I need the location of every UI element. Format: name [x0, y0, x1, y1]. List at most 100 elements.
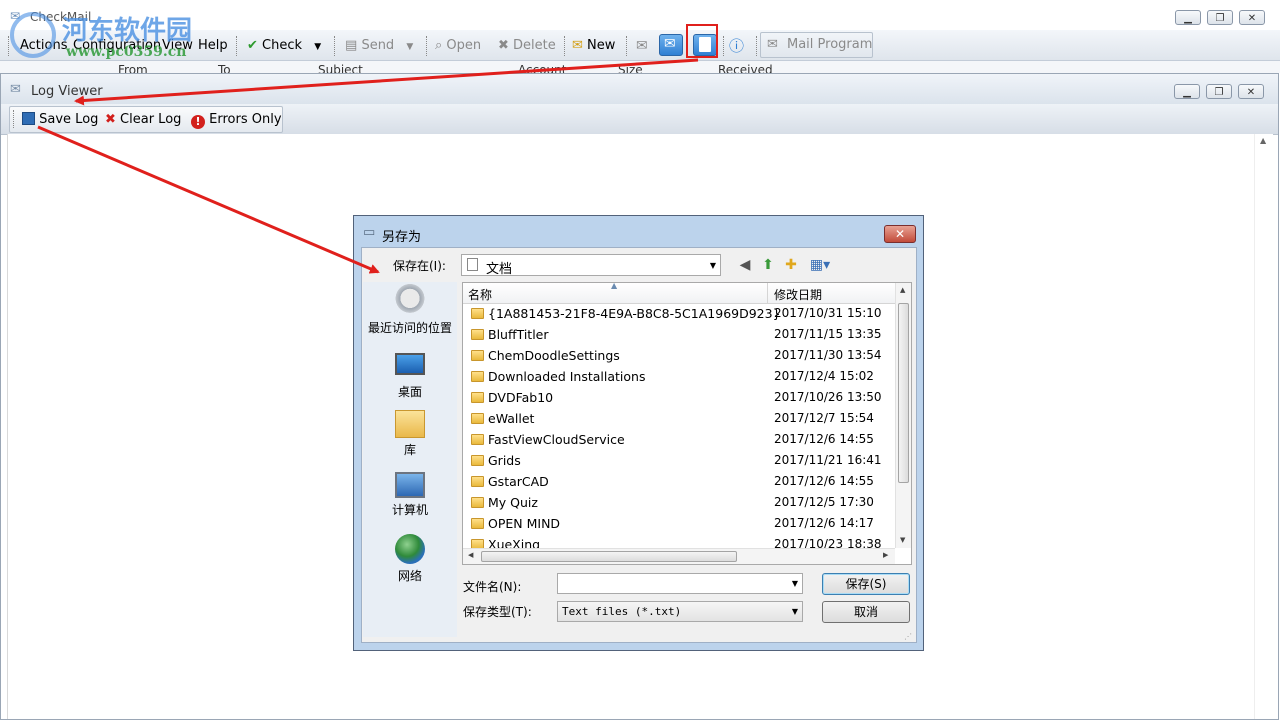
file-row[interactable]: BluffTitler 2017/11/15 13:35: [463, 325, 895, 346]
log-maximize-button[interactable]: ❐: [1206, 84, 1232, 99]
dialog-title: 另存为: [382, 230, 422, 245]
column-name[interactable]: 名称: [468, 286, 492, 303]
chevron-down-icon[interactable]: ▼: [792, 579, 798, 588]
save-in-dropdown[interactable]: 文档 ▼: [461, 254, 721, 277]
vscroll-thumb[interactable]: [898, 303, 909, 483]
toolbar-separator: [626, 36, 629, 56]
file-date: 2017/12/6 14:55: [774, 432, 874, 446]
file-list[interactable]: 名称 ▲ 修改日期 {1A881453-21F8-4E9A-B8C8-5C1A1…: [462, 282, 912, 565]
delete-button[interactable]: ✖ Delete: [498, 36, 556, 56]
check-label: Check: [262, 38, 303, 53]
column-subject[interactable]: Subject: [318, 63, 363, 73]
file-row[interactable]: FastViewCloudService 2017/12/6 14:55: [463, 430, 895, 451]
place-computer[interactable]: 计算机: [363, 472, 457, 518]
file-row[interactable]: {1A881453-21F8-4E9A-B8C8-5C1A1969D923} 20…: [463, 304, 895, 325]
clear-log-button[interactable]: ✖ Clear Log: [105, 111, 181, 129]
file-row[interactable]: Grids 2017/11/21 16:41: [463, 451, 895, 472]
log-viewer-title-bar: ✉ Log Viewer ▁ ❐ ✕: [1, 74, 1278, 104]
clear-log-label: Clear Log: [120, 112, 182, 127]
send-icon: ▤: [345, 38, 358, 53]
send-dropdown-icon[interactable]: ▼: [406, 42, 413, 52]
file-row[interactable]: GstarCAD 2017/12/6 14:55: [463, 472, 895, 493]
new-folder-icon[interactable]: ✚: [782, 256, 800, 274]
open-label: Open: [446, 38, 482, 53]
check-button[interactable]: ✔ Check ▼: [247, 36, 321, 56]
open-button[interactable]: ⌕ Open: [435, 36, 481, 56]
file-list-hscrollbar[interactable]: ◀ ▶: [463, 548, 895, 564]
new-mail-icon: ✉: [572, 38, 583, 53]
log-scrollbar[interactable]: ▲: [1254, 134, 1273, 719]
document-icon: [467, 258, 478, 271]
errors-only-button[interactable]: ! Errors Only: [191, 111, 282, 129]
new-button[interactable]: ✉ New: [572, 36, 615, 56]
column-modified-date[interactable]: 修改日期: [774, 286, 822, 303]
scroll-left-icon[interactable]: ◀: [468, 551, 473, 559]
place-recent[interactable]: 最近访问的位置: [363, 284, 457, 336]
filetype-dropdown[interactable]: Text files (*.txt) ▼: [557, 601, 803, 622]
send-button[interactable]: ▤ Send ▼: [345, 36, 413, 56]
scroll-right-icon[interactable]: ▶: [883, 551, 888, 559]
folder-icon: [471, 497, 484, 508]
hscroll-thumb[interactable]: [481, 551, 737, 562]
file-list-vscrollbar[interactable]: ▲ ▼: [895, 283, 911, 548]
check-dropdown-icon[interactable]: ▼: [314, 42, 321, 52]
envelope-open-icon[interactable]: ✉: [636, 36, 648, 56]
file-name: FastViewCloudService: [488, 432, 625, 447]
mail-window-button[interactable]: ✉: [659, 34, 683, 56]
column-account[interactable]: Account: [518, 63, 566, 73]
dialog-body: 保存在(I): 文档 ▼ ◀ ⬆ ✚ ▦▾ 最近访问的位置 桌面 库 计算机 网…: [361, 247, 917, 643]
file-date: 2017/11/21 16:41: [774, 453, 882, 467]
info-icon[interactable]: ⓘ: [729, 36, 744, 56]
log-close-button[interactable]: ✕: [1238, 84, 1264, 99]
place-library-label: 库: [403, 443, 416, 457]
file-row[interactable]: ChemDoodleSettings 2017/11/30 13:54: [463, 346, 895, 367]
file-date: 2017/11/30 13:54: [774, 348, 882, 362]
watermark-text: 河东软件园: [62, 16, 193, 46]
back-icon[interactable]: ◀: [736, 256, 754, 274]
file-rows: {1A881453-21F8-4E9A-B8C8-5C1A1969D923} 20…: [463, 304, 895, 548]
file-name: eWallet: [488, 411, 535, 426]
main-maximize-button[interactable]: ❐: [1207, 10, 1233, 25]
mail-program-icon: ✉: [767, 37, 778, 52]
scroll-up-icon[interactable]: ▲: [1260, 136, 1266, 145]
main-close-button[interactable]: ✕: [1239, 10, 1265, 25]
column-to[interactable]: To: [218, 63, 231, 73]
file-row[interactable]: My Quiz 2017/12/5 17:30: [463, 493, 895, 514]
main-minimize-button[interactable]: ▁: [1175, 10, 1201, 25]
file-row[interactable]: DVDFab10 2017/10/26 13:50: [463, 388, 895, 409]
column-received[interactable]: Received: [718, 63, 773, 73]
file-name: Grids: [488, 453, 521, 468]
filetype-value: Text files (*.txt): [562, 605, 682, 618]
file-name: ChemDoodleSettings: [488, 348, 620, 363]
file-date: 2017/11/15 13:35: [774, 327, 882, 341]
place-network[interactable]: 网络: [363, 534, 457, 584]
chevron-down-icon: ▼: [791, 607, 798, 616]
scroll-up-icon[interactable]: ▲: [900, 286, 905, 294]
file-row[interactable]: XueXing 2017/10/23 18:38: [463, 535, 895, 548]
log-minimize-button[interactable]: ▁: [1174, 84, 1200, 99]
column-size[interactable]: Size: [618, 63, 643, 73]
place-library[interactable]: 库: [363, 410, 457, 458]
resize-grip-icon[interactable]: ⋰: [904, 632, 912, 641]
file-row[interactable]: OPEN MIND 2017/12/6 14:17: [463, 514, 895, 535]
folder-icon: [471, 350, 484, 361]
folder-icon: [471, 371, 484, 382]
place-desktop[interactable]: 桌面: [363, 348, 457, 400]
scroll-down-icon[interactable]: ▼: [900, 536, 905, 544]
save-log-button[interactable]: Save Log: [22, 111, 98, 129]
up-folder-icon[interactable]: ⬆: [759, 256, 777, 274]
file-row[interactable]: eWallet 2017/12/7 15:54: [463, 409, 895, 430]
file-date: 2017/12/5 17:30: [774, 495, 874, 509]
dialog-close-button[interactable]: ✕: [884, 225, 916, 243]
place-recent-label: 最近访问的位置: [367, 321, 452, 335]
file-name: {1A881453-21F8-4E9A-B8C8-5C1A1969D923}: [488, 306, 781, 321]
cancel-button[interactable]: 取消: [822, 601, 910, 623]
view-menu-icon[interactable]: ▦▾: [806, 256, 834, 274]
filename-input[interactable]: ▼: [557, 573, 803, 594]
save-button[interactable]: 保存(S): [822, 573, 910, 595]
folder-icon: [471, 308, 484, 319]
file-row[interactable]: Downloaded Installations 2017/12/4 15:02: [463, 367, 895, 388]
save-in-value: 文档: [486, 262, 513, 277]
log-window-icon: ✉: [10, 82, 21, 97]
mail-program-button[interactable]: ✉ Mail Program: [760, 32, 873, 58]
